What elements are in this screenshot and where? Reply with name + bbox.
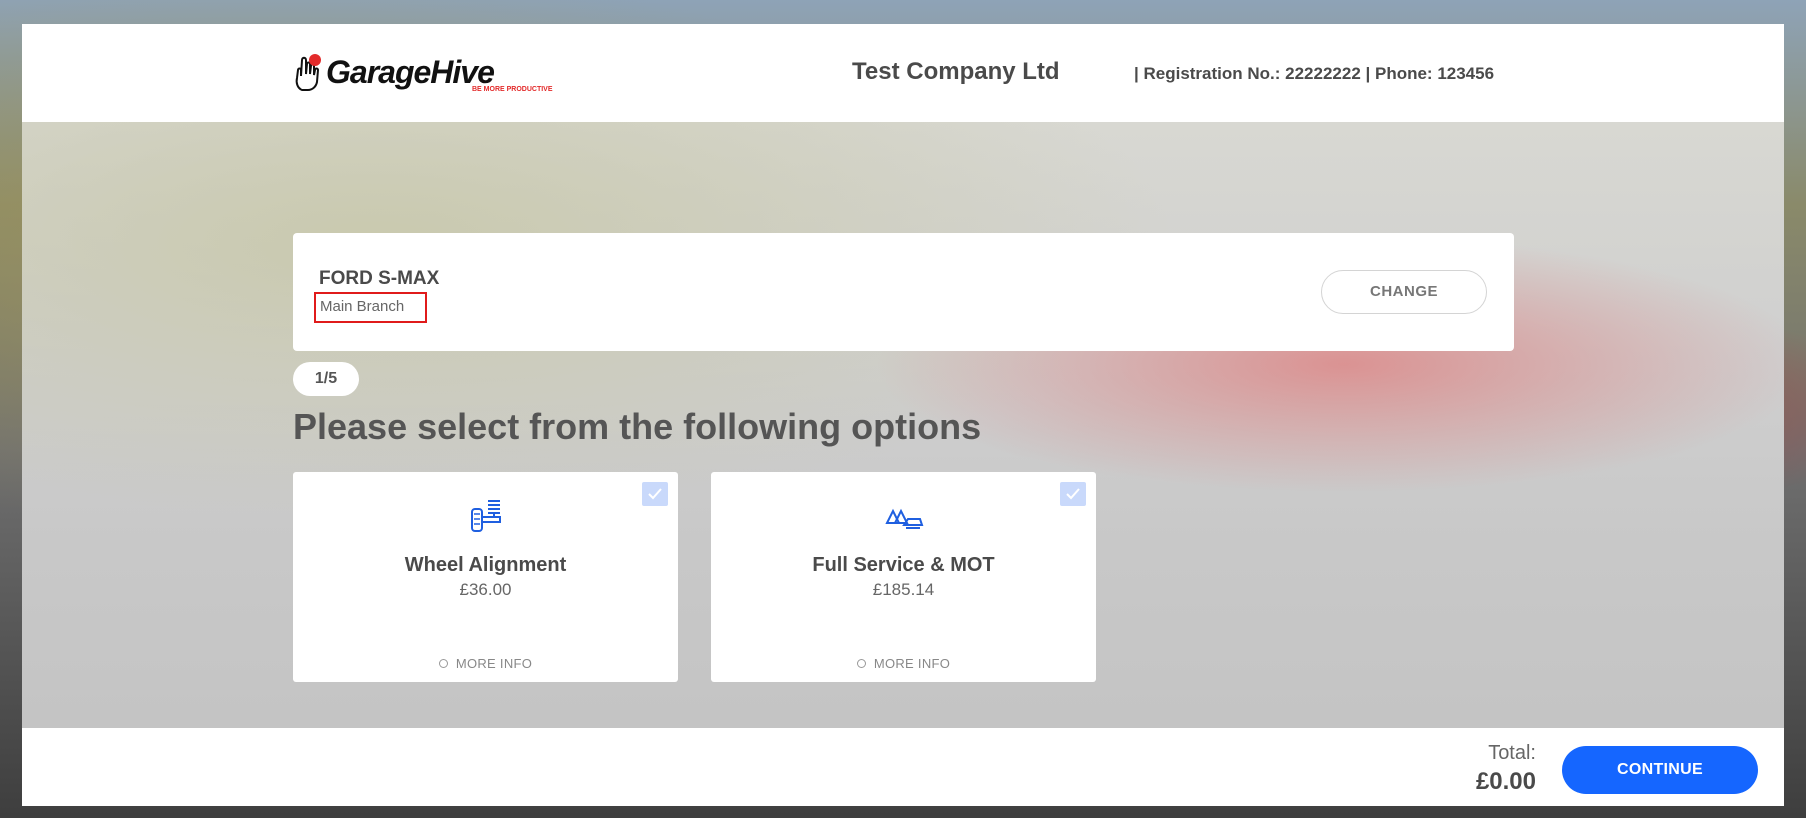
header: GarageHive BE MORE PRODUCTIVE Test Compa… <box>22 24 1784 122</box>
branch-label: Main Branch <box>314 292 427 323</box>
logo-tagline: BE MORE PRODUCTIVE <box>472 86 553 93</box>
footer: Total: £0.00 CONTINUE <box>22 728 1784 806</box>
option-price: £185.14 <box>872 580 935 599</box>
option-title: Full Service & MOT <box>812 554 995 576</box>
more-info-link[interactable]: MORE INFO <box>711 656 1096 671</box>
page-title: Please select from the following options <box>293 406 982 447</box>
more-info-label: MORE INFO <box>455 656 533 671</box>
option-card-full-service-mot[interactable]: Full Service & MOT £185.14 MORE INFO <box>711 472 1096 682</box>
option-checkbox[interactable] <box>1060 482 1086 506</box>
option-title: Wheel Alignment <box>404 554 567 576</box>
info-icon <box>438 659 448 668</box>
more-info-link[interactable]: MORE INFO <box>293 656 678 671</box>
logo[interactable]: GarageHive BE MORE PRODUCTIVE <box>294 50 553 94</box>
total-label: Total: <box>1488 742 1536 764</box>
change-vehicle-button[interactable]: CHANGE <box>1321 270 1487 314</box>
registration-info: | Registration No.: 22222222 | Phone: 12… <box>1134 64 1495 83</box>
step-indicator: 1/5 <box>293 362 359 396</box>
company-name: Test Company Ltd <box>852 58 1060 85</box>
option-checkbox[interactable] <box>642 482 668 506</box>
option-price: £36.00 <box>459 580 512 599</box>
service-mot-icon <box>884 497 924 537</box>
vehicle-name: FORD S-MAX <box>319 268 440 289</box>
wheel-alignment-icon <box>466 497 506 537</box>
hand-pointer-icon <box>294 52 324 92</box>
vehicle-card: FORD S-MAX Main Branch CHANGE <box>293 233 1514 351</box>
total-value: £0.00 <box>1475 768 1536 795</box>
continue-button[interactable]: CONTINUE <box>1562 746 1758 794</box>
main-content: FORD S-MAX Main Branch CHANGE 1/5 Please… <box>22 122 1784 728</box>
info-icon <box>856 659 866 668</box>
more-info-label: MORE INFO <box>873 656 951 671</box>
booking-frame: GarageHive BE MORE PRODUCTIVE Test Compa… <box>22 24 1784 806</box>
option-card-wheel-alignment[interactable]: Wheel Alignment £36.00 MORE INFO <box>293 472 678 682</box>
logo-text: GarageHive <box>326 54 495 90</box>
